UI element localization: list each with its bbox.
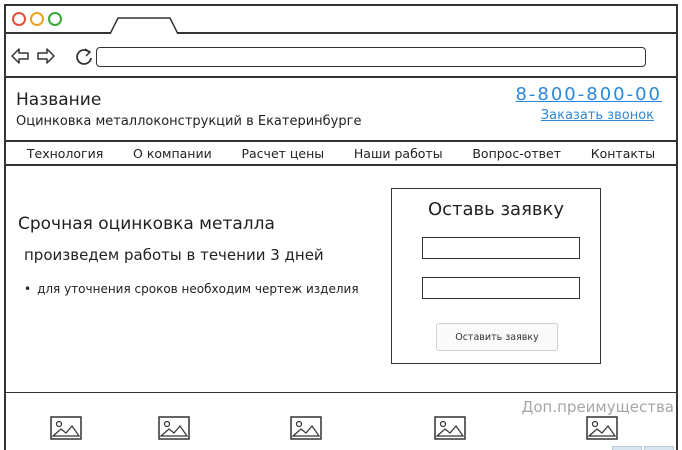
bottom-element bbox=[612, 446, 642, 450]
title-bar bbox=[6, 6, 676, 34]
menu-item-contacts[interactable]: Контакты bbox=[591, 146, 655, 161]
phone-link[interactable]: 8-800-800-00 bbox=[515, 84, 662, 105]
image-placeholder-icon bbox=[290, 416, 322, 440]
image-placeholder-icon bbox=[50, 416, 82, 440]
site-name: Название bbox=[16, 90, 102, 110]
browser-tab[interactable] bbox=[110, 16, 178, 34]
image-placeholder-icon bbox=[586, 416, 618, 440]
form-field-2[interactable] bbox=[422, 277, 580, 299]
form-title: Оставь заявку bbox=[427, 199, 565, 220]
advantages-text-cutoff bbox=[16, 444, 576, 450]
bottom-element bbox=[644, 446, 674, 450]
main-menu: Технология О компании Расчет цены Наши р… bbox=[6, 140, 676, 166]
browser-window: Название Оцинковка металлоконструкций в … bbox=[4, 4, 678, 450]
request-form: Оставь заявку Оставить заявку bbox=[391, 188, 601, 364]
menu-item-faq[interactable]: Вопрос-ответ bbox=[472, 146, 561, 161]
section-divider bbox=[6, 392, 676, 393]
menu-item-technology[interactable]: Технология bbox=[27, 146, 103, 161]
close-dot-icon[interactable] bbox=[12, 12, 26, 26]
url-input[interactable] bbox=[96, 47, 646, 67]
maximize-dot-icon[interactable] bbox=[48, 12, 62, 26]
site-description: Оцинковка металлоконструкций в Екатеринб… bbox=[16, 114, 362, 129]
advantages-label: Доп.преимущества bbox=[521, 398, 674, 416]
arrow-right-icon[interactable] bbox=[36, 47, 56, 65]
callback-link[interactable]: Заказать звонок bbox=[541, 108, 654, 123]
image-placeholder-icon bbox=[158, 416, 190, 440]
arrow-left-icon[interactable] bbox=[10, 47, 30, 65]
minimize-dot-icon[interactable] bbox=[30, 12, 44, 26]
hero-subtitle: произведем работы в течении 3 дней bbox=[24, 246, 324, 264]
reload-icon[interactable] bbox=[74, 47, 94, 67]
hero-note: для уточнения сроков необходим чертеж из… bbox=[24, 282, 358, 296]
menu-item-price[interactable]: Расчет цены bbox=[241, 146, 324, 161]
submit-request-button[interactable]: Оставить заявку bbox=[436, 323, 558, 351]
site-header: Название Оцинковка металлоконструкций в … bbox=[6, 78, 676, 140]
hero-title: Срочная оцинковка металла bbox=[18, 214, 275, 234]
menu-item-works[interactable]: Наши работы bbox=[354, 146, 443, 161]
form-field-1[interactable] bbox=[422, 237, 580, 259]
image-placeholder-icon bbox=[434, 416, 466, 440]
menu-item-about[interactable]: О компании bbox=[133, 146, 212, 161]
address-bar-row bbox=[6, 34, 676, 78]
